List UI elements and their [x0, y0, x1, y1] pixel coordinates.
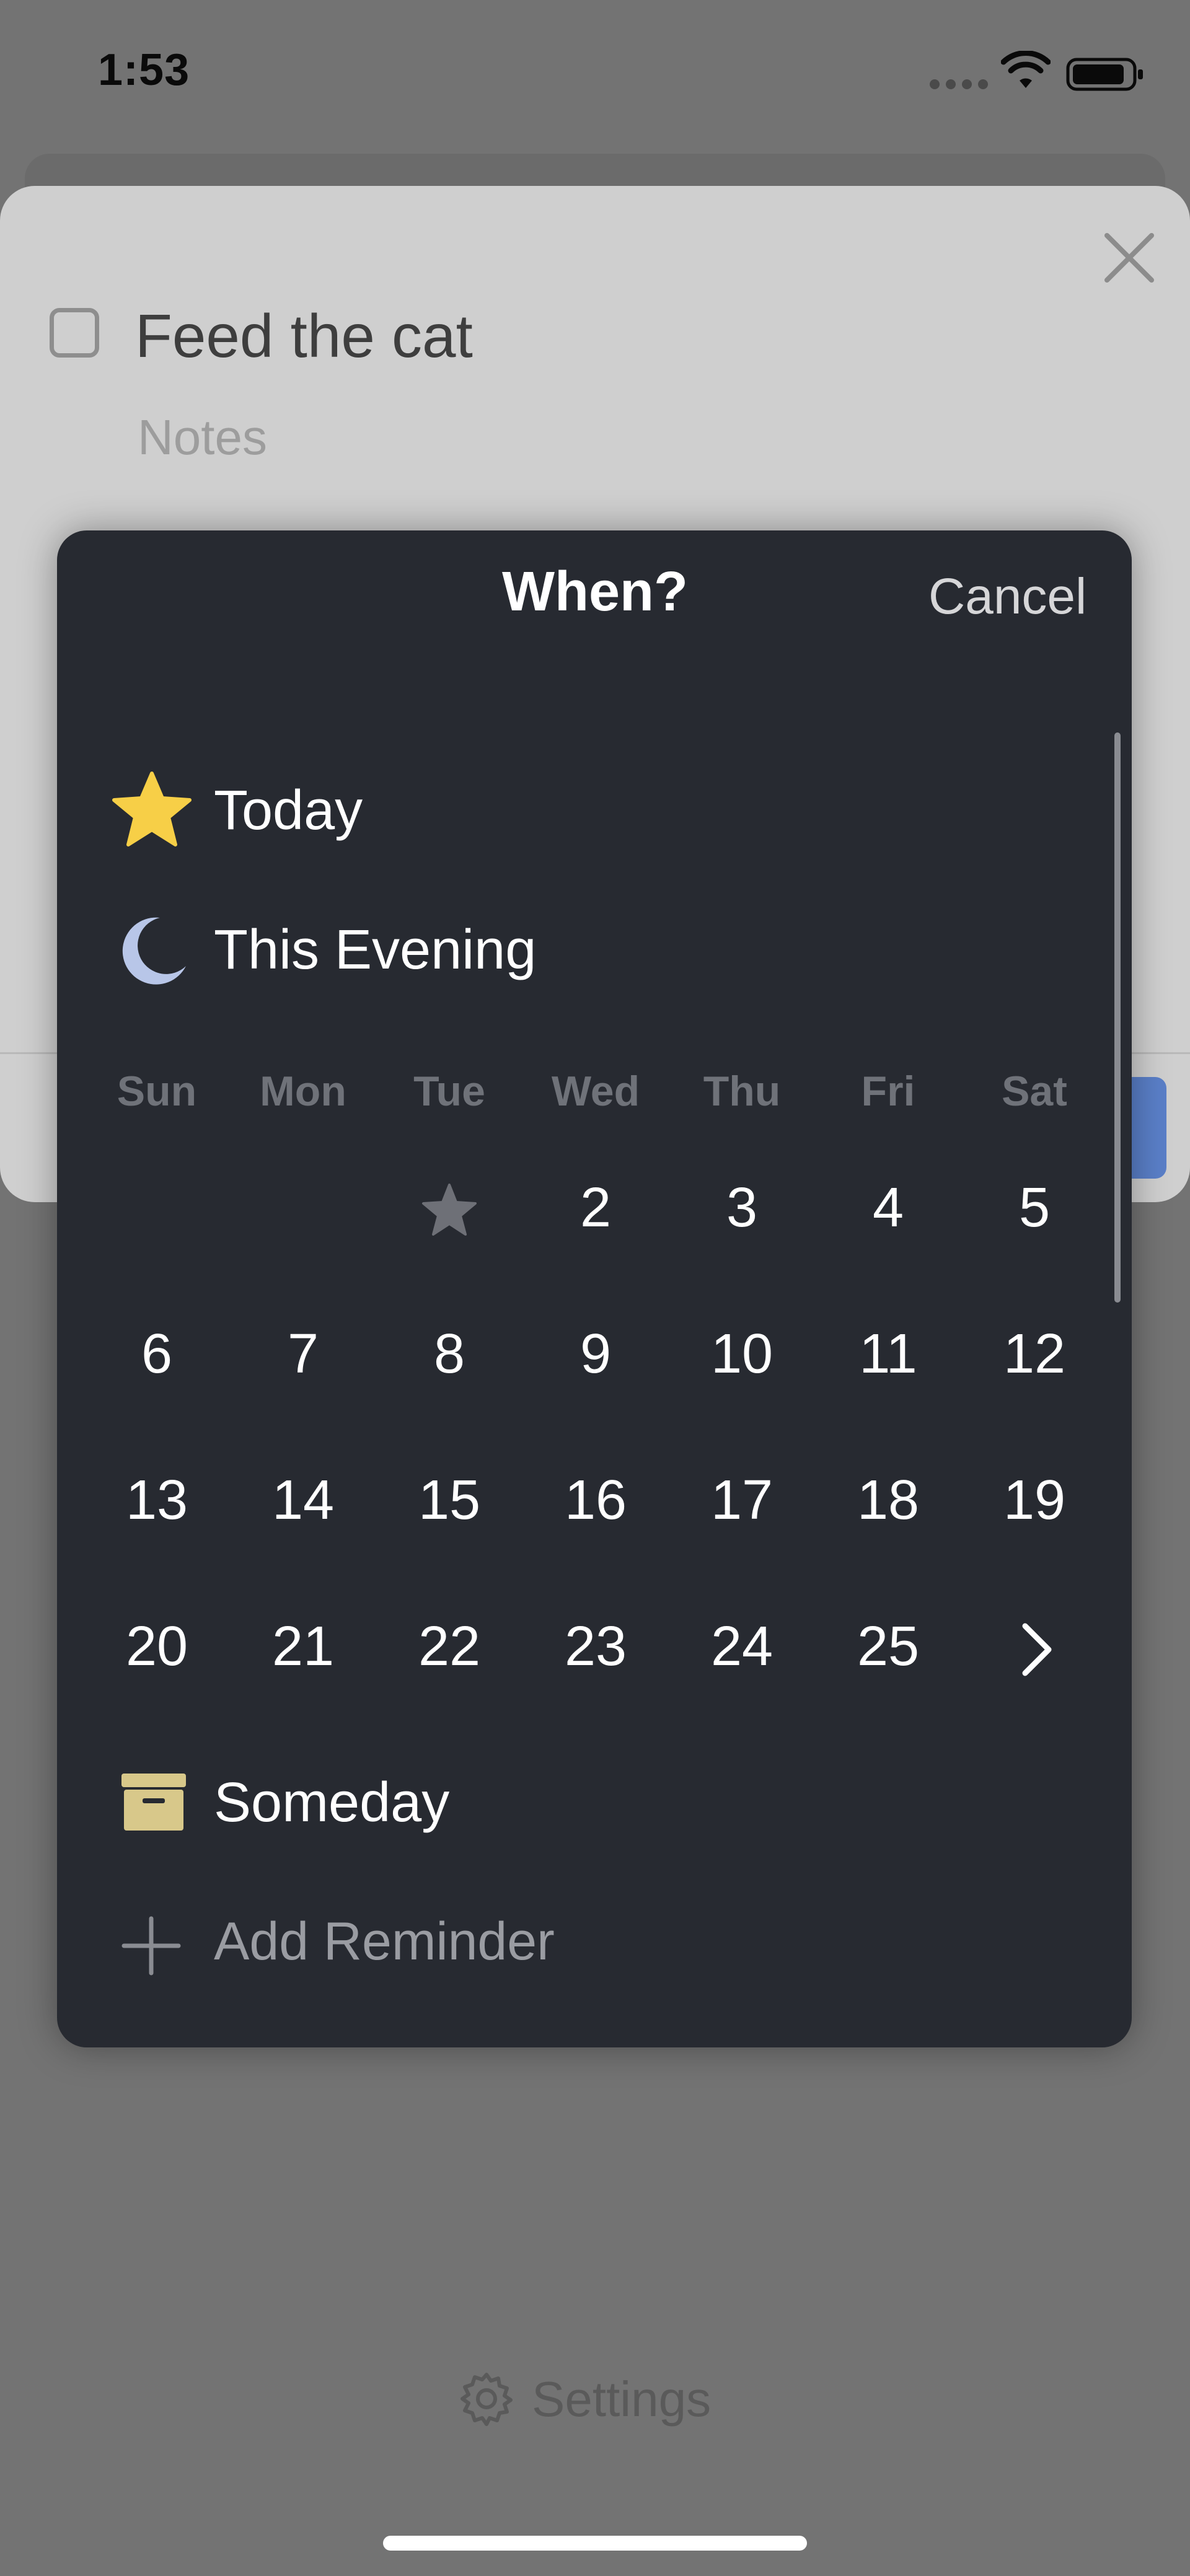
popup-scrollbar[interactable]	[1114, 732, 1121, 1303]
calendar-day[interactable]: 16	[522, 1469, 669, 1532]
option-this-evening[interactable]: This Evening	[214, 918, 536, 982]
cancel-button[interactable]: Cancel	[928, 568, 1086, 626]
calendar-day[interactable]: 15	[376, 1469, 522, 1532]
gear-icon[interactable]	[459, 2371, 514, 2427]
archive-box-icon[interactable]	[120, 1771, 187, 1833]
calendar-day[interactable]: 2	[522, 1176, 669, 1240]
calendar-day[interactable]: 9	[522, 1322, 669, 1386]
calendar-day[interactable]: 8	[376, 1322, 522, 1386]
calendar-day[interactable]: 11	[815, 1322, 961, 1386]
calendar-day[interactable]: 22	[376, 1615, 522, 1679]
home-indicator[interactable]	[383, 2536, 807, 2551]
weekday-fri: Fri	[861, 1068, 915, 1115]
weekday-sun: Sun	[117, 1068, 197, 1115]
calendar-day[interactable]: 25	[815, 1615, 961, 1679]
calendar-day[interactable]: 13	[84, 1469, 230, 1532]
close-icon[interactable]	[1102, 231, 1157, 285]
plus-icon[interactable]	[121, 1916, 181, 1976]
battery-icon	[1066, 58, 1143, 91]
task-title[interactable]: Feed the cat	[135, 301, 473, 371]
calendar-day[interactable]: 3	[669, 1176, 815, 1240]
wifi-icon	[1001, 51, 1051, 88]
moon-icon[interactable]	[117, 913, 191, 987]
option-someday[interactable]: Someday	[214, 1771, 449, 1835]
checkbox-icon[interactable]	[50, 308, 99, 358]
signal-dots-icon	[930, 79, 988, 89]
calendar-day[interactable]: 6	[84, 1322, 230, 1386]
calendar-day[interactable]: 19	[961, 1469, 1108, 1532]
calendar-day[interactable]: 10	[669, 1322, 815, 1386]
settings-button[interactable]: Settings	[532, 2371, 711, 2428]
calendar-day[interactable]: 23	[522, 1615, 669, 1679]
calendar-day[interactable]: 4	[815, 1176, 961, 1240]
weekday-mon: Mon	[260, 1068, 346, 1115]
today-star-icon[interactable]	[421, 1182, 478, 1237]
calendar-day[interactable]: 5	[961, 1176, 1108, 1240]
status-time: 1:53	[98, 45, 190, 95]
calendar-day[interactable]: 24	[669, 1615, 815, 1679]
weekday-sat: Sat	[1002, 1068, 1067, 1115]
calendar-day[interactable]: 7	[230, 1322, 376, 1386]
star-icon[interactable]	[110, 770, 193, 849]
calendar-day[interactable]: 14	[230, 1469, 376, 1532]
calendar-day[interactable]: 20	[84, 1615, 230, 1679]
notes-field[interactable]: Notes	[138, 409, 267, 466]
add-reminder-button[interactable]: Add Reminder	[214, 1911, 555, 1972]
calendar-day[interactable]: 17	[669, 1469, 815, 1532]
weekday-tue: Tue	[413, 1068, 485, 1115]
calendar-day[interactable]: 21	[230, 1615, 376, 1679]
weekday-wed: Wed	[551, 1068, 640, 1115]
calendar-day[interactable]: 12	[961, 1322, 1108, 1386]
option-today[interactable]: Today	[214, 779, 363, 843]
calendar-day[interactable]: 18	[815, 1469, 961, 1532]
chevron-right-icon[interactable]	[1015, 1620, 1059, 1679]
weekday-thu: Thu	[703, 1068, 781, 1115]
